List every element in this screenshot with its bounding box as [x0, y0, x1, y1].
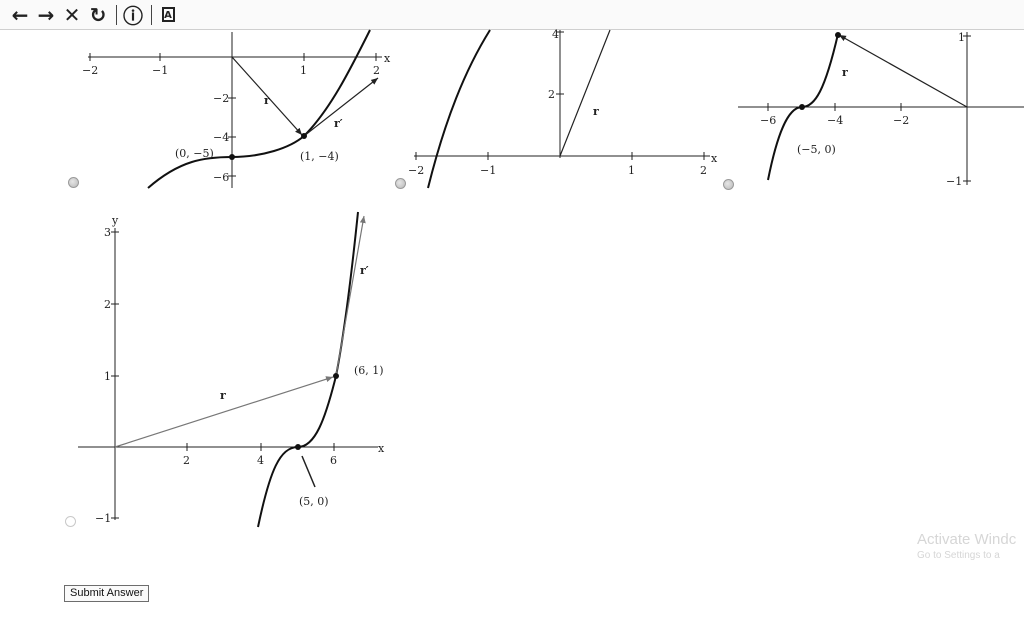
g4-r-prime-vector — [335, 215, 366, 377]
g2-tick-x: 2 — [700, 164, 707, 177]
g2-r-label: r — [593, 105, 599, 118]
graph-3: −6 −4 −2 1 −1 r (−5, 0) — [738, 31, 1024, 188]
g2-x-label: x — [711, 152, 718, 165]
g3-tick-x: −6 — [760, 114, 776, 127]
g4-tick-y: 3 — [104, 226, 111, 239]
graph-2: −2 −1 1 2 x 2 4 r — [408, 28, 718, 189]
g4-x-label: x — [378, 442, 385, 455]
g3-point — [799, 104, 805, 110]
g3-tick-x: −2 — [893, 114, 909, 127]
activation-watermark: Activate Windc Go to Settings to a — [917, 531, 1016, 561]
g4-r-label: r — [220, 389, 226, 402]
g3-r-vector — [838, 34, 968, 108]
g1-tick-x: −1 — [152, 64, 168, 77]
g4-point-a — [333, 373, 339, 379]
g1-point-a — [229, 154, 235, 160]
option-radio-3[interactable] — [723, 179, 734, 190]
g1-r-prime-label: r′ — [334, 117, 343, 130]
g4-tick-y: −1 — [95, 512, 111, 525]
graph-1: −2 −1 1 2 x −2 −4 −6 r r′ (0, −5) (1, −4… — [82, 29, 391, 189]
watermark-line-2: Go to Settings to a — [917, 550, 1000, 561]
g2-r-vector — [559, 29, 611, 157]
g3-point-end — [835, 32, 841, 38]
g4-tick-x: 6 — [330, 454, 337, 467]
g3-tick-x: −4 — [827, 114, 843, 127]
g2-tick-x: 1 — [628, 164, 635, 177]
g3-point-label: (−5, 0) — [797, 143, 836, 156]
g2-tick-x: −2 — [408, 164, 424, 177]
g4-point-b-label: (5, 0) — [299, 495, 329, 508]
g4-point-b-pointer — [301, 455, 316, 488]
g4-point-a-label: (6, 1) — [354, 364, 384, 377]
graph-4: 2 4 6 x 1 2 3 −1 y r r′ (6, 1) (5, 0) — [78, 211, 385, 528]
g4-tick-x: 2 — [183, 454, 190, 467]
watermark-line-1: Activate Windc — [917, 531, 1017, 548]
g1-tick-x: 2 — [373, 64, 380, 77]
g4-curve — [257, 211, 359, 528]
g1-tick-y: −4 — [213, 131, 229, 144]
g3-r-label: r — [842, 66, 848, 79]
g2-tick-y: 2 — [548, 88, 555, 101]
submit-answer-button[interactable]: Submit Answer — [64, 585, 150, 602]
g4-tick-y: 1 — [104, 370, 111, 383]
option-radio-2[interactable] — [395, 178, 406, 189]
g4-r-prime-label: r′ — [360, 264, 369, 277]
g1-x-label: x — [384, 52, 391, 65]
g4-tick-y: 2 — [104, 298, 111, 311]
g3-tick-y: −1 — [946, 175, 962, 188]
g2-tick-y: 4 — [552, 28, 559, 41]
option-radio-4[interactable] — [65, 516, 76, 527]
g1-curve — [147, 29, 371, 189]
g4-y-label: y — [111, 214, 119, 227]
g1-tick-y: −2 — [213, 92, 229, 105]
g3-tick-y: 1 — [958, 31, 965, 44]
g1-point-b-label: (1, −4) — [300, 150, 339, 163]
g4-r-vector — [114, 376, 334, 448]
g1-point-a-label: (0, −5) — [175, 147, 214, 160]
g1-tick-y: −6 — [213, 171, 229, 184]
g2-tick-x: −1 — [480, 164, 496, 177]
graphs-canvas: −2 −1 1 2 x −2 −4 −6 r r′ (0, −5) (1, −4… — [78, 28, 1024, 528]
option-radio-1[interactable] — [68, 177, 79, 188]
g1-point-b — [301, 133, 307, 139]
g4-point-b — [295, 444, 301, 450]
g1-r-label: r — [264, 94, 270, 107]
g1-tick-x: 1 — [300, 64, 307, 77]
g4-tick-x: 4 — [257, 454, 264, 467]
g1-tick-x: −2 — [82, 64, 98, 77]
